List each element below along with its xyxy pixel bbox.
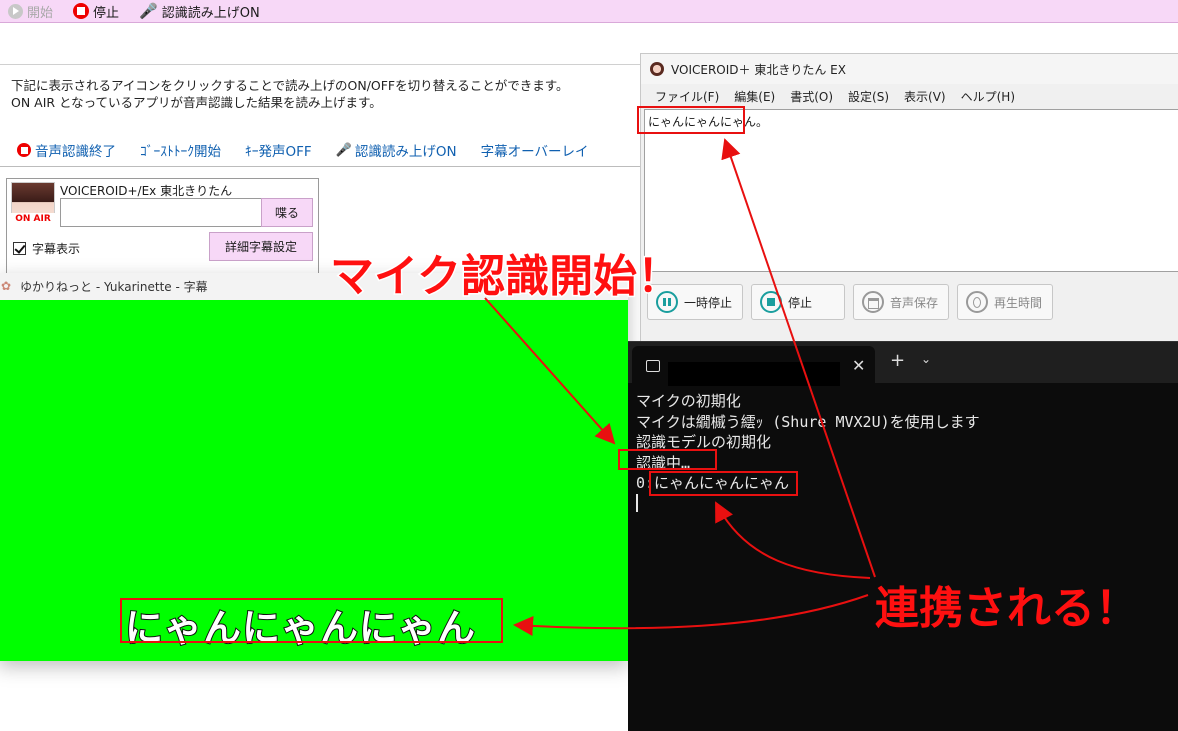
arrow-to-subtitle	[513, 594, 869, 636]
annotation-mic-start: マイク認識開始！	[328, 250, 682, 304]
arrow-to-voiceroid	[721, 138, 876, 578]
annotation-linked: 連携される！	[874, 582, 1141, 636]
arrow-to-recognizing	[484, 297, 616, 445]
arrow-to-result	[715, 501, 871, 579]
